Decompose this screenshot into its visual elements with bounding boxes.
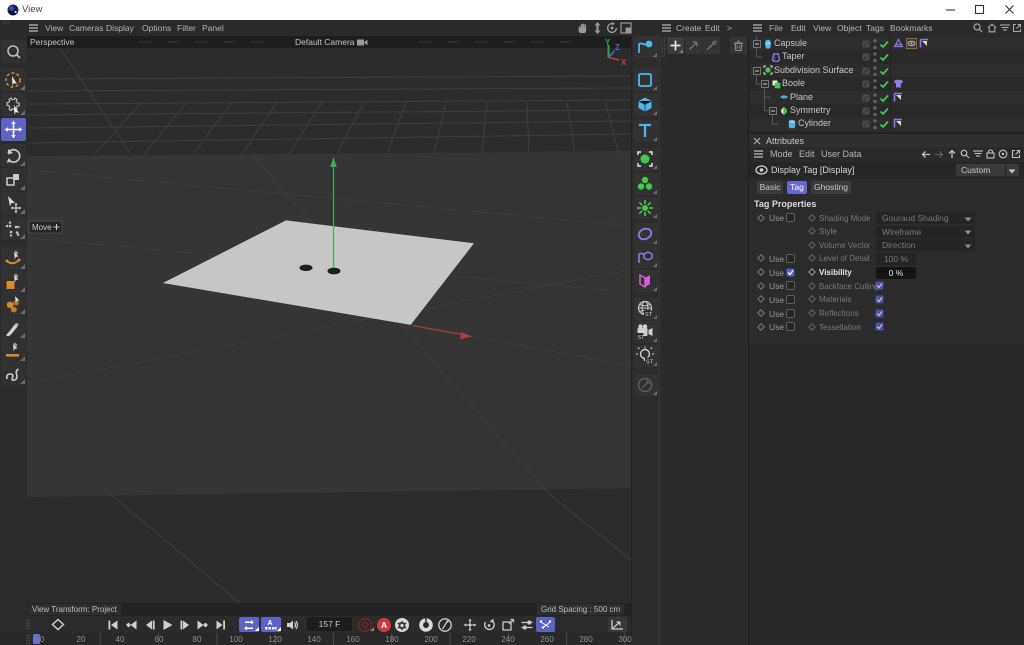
svg-text:ST: ST [638,335,646,341]
svg-text:Y: Y [605,38,611,47]
svg-text:ST: ST [645,312,653,318]
svg-text:Z: Z [615,43,620,52]
svg-text:i: i [774,56,775,62]
svg-text:X: X [621,58,627,67]
svg-text:A: A [268,620,273,627]
svg-text:Move: Move [32,223,52,232]
svg-text:A: A [381,620,387,630]
